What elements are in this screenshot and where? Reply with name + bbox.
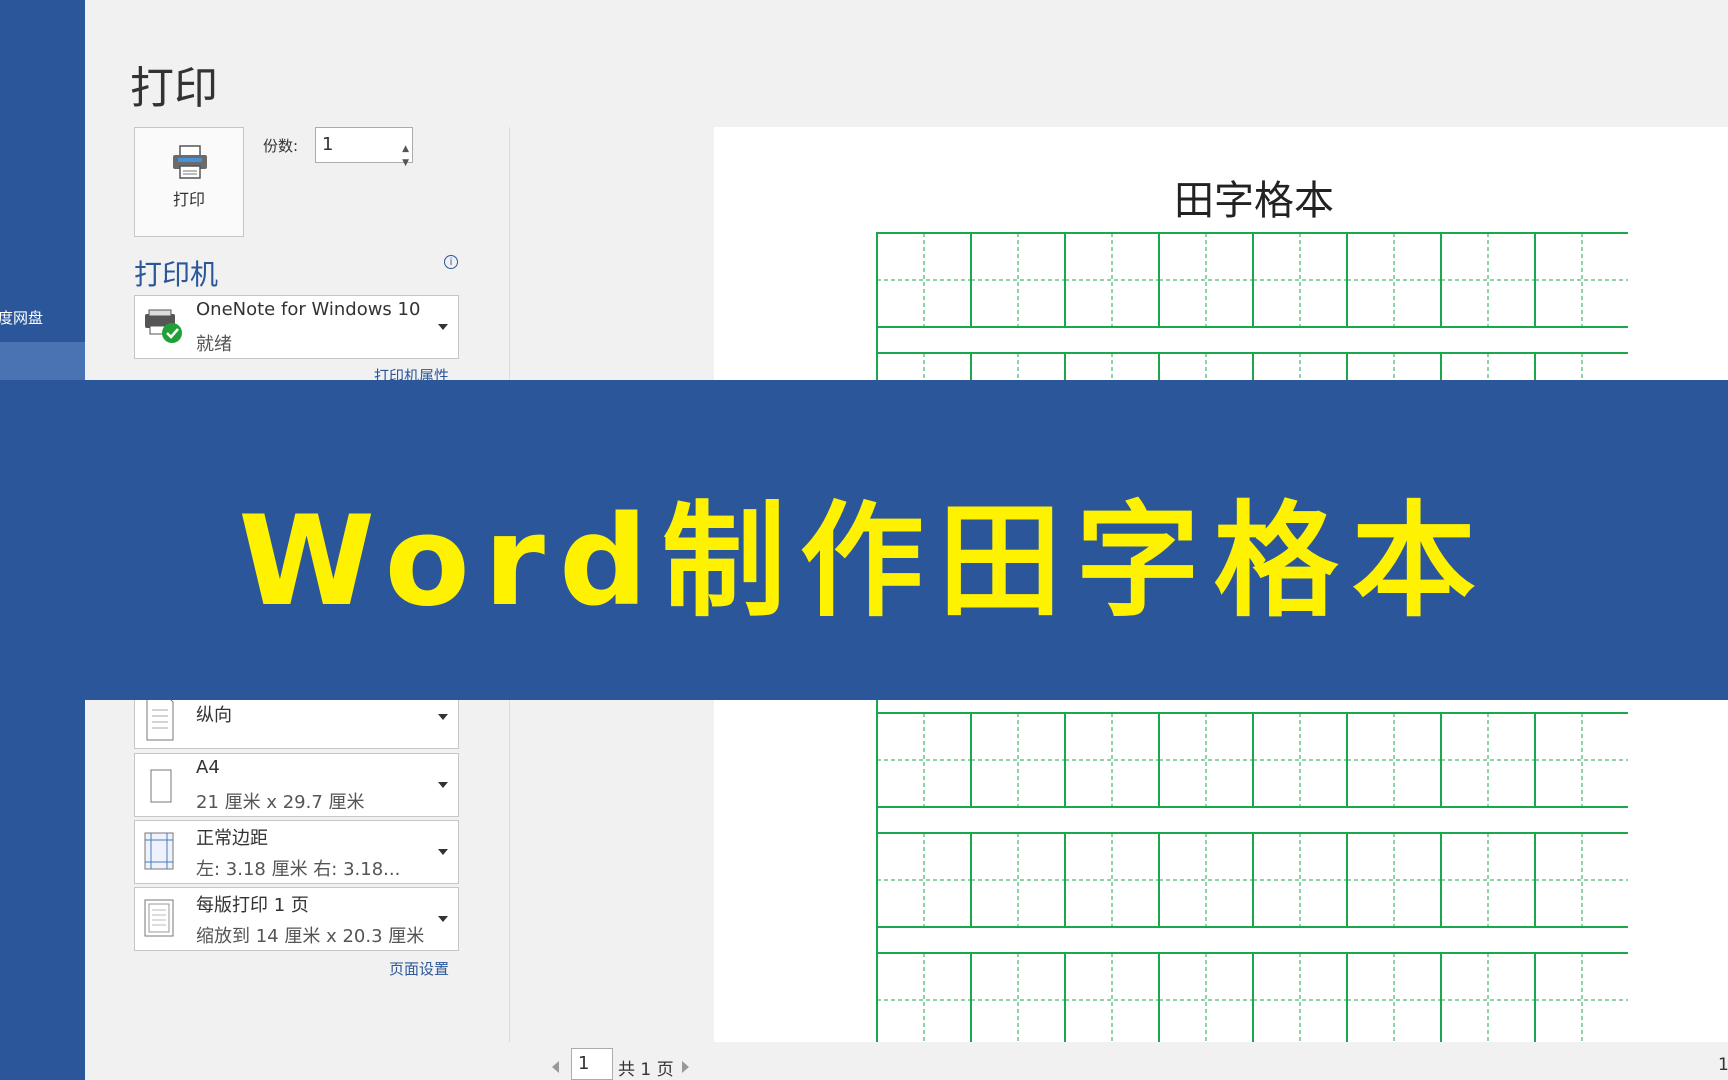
tianzige-row: [876, 832, 1628, 928]
portrait-page-icon: [141, 692, 177, 746]
tianzige-row: [876, 712, 1628, 808]
preview-document-title: 田字格本: [1174, 178, 1334, 224]
page-title: 打印: [130, 63, 218, 114]
paper-size-dimensions: 21 厘米 x 29.7 厘米: [196, 792, 365, 813]
banner-title: Word制作田字格本: [238, 490, 1490, 634]
margins-values: 左: 3.18 厘米 右: 3.18...: [196, 859, 401, 880]
chevron-down-icon: [438, 782, 448, 788]
printer-dropdown[interactable]: OneNote for Windows 10 就绪: [134, 295, 459, 359]
copies-value: 1: [322, 134, 334, 155]
paper-size-label: A4: [196, 757, 220, 778]
margins-dropdown[interactable]: 正常边距 左: 3.18 厘米 右: 3.18...: [134, 820, 459, 884]
previous-page-icon[interactable]: [552, 1061, 559, 1073]
chevron-down-icon: [438, 849, 448, 855]
page-total: 共 1 页: [618, 1060, 674, 1080]
pages-per-sheet-dropdown[interactable]: 每版打印 1 页 缩放到 14 厘米 x 20.3 厘米: [134, 887, 459, 951]
pages-per-sheet-label: 每版打印 1 页: [196, 895, 309, 916]
title-banner: Word制作田字格本: [0, 380, 1728, 700]
paper-size-icon: [141, 760, 177, 814]
margins-label: 正常边距: [196, 828, 268, 849]
page-number-input[interactable]: 1: [571, 1048, 613, 1080]
pages-per-sheet-icon: [141, 894, 177, 948]
printer-name: OneNote for Windows 10: [196, 299, 421, 320]
copies-input[interactable]: 1 ▲ ▼: [315, 127, 413, 168]
tianzige-spacer: [876, 326, 1628, 354]
print-button-label: 打印: [172, 190, 205, 209]
onenote-printer-icon: [141, 302, 185, 350]
print-button[interactable]: 打印: [134, 127, 244, 237]
tianzige-row: [876, 952, 1628, 1042]
tianzige-row: [876, 232, 1628, 328]
next-page-icon[interactable]: [682, 1061, 689, 1073]
printer-icon: [170, 144, 210, 184]
chevron-down-icon: [438, 916, 448, 922]
info-icon[interactable]: i: [444, 255, 458, 269]
preview-pager-bar: [510, 1042, 1728, 1080]
copies-label: 份数:: [263, 137, 299, 155]
printer-heading: 打印机: [134, 258, 219, 291]
tianzige-spacer: [876, 926, 1628, 954]
scale-description: 缩放到 14 厘米 x 20.3 厘米: [196, 926, 425, 947]
printer-status: 就绪: [196, 334, 232, 355]
paper-size-dropdown[interactable]: A4 21 厘米 x 29.7 厘米: [134, 753, 459, 817]
sidebar-item-print-selected[interactable]: [0, 342, 85, 380]
page-setup-link[interactable]: 页面设置: [389, 958, 449, 979]
chevron-down-icon: [438, 714, 448, 720]
sidebar-item-baidu-netdisk[interactable]: 度网盘: [0, 300, 85, 336]
spin-down-icon[interactable]: ▼: [402, 146, 409, 180]
chevron-down-icon: [438, 324, 448, 330]
tianzige-spacer: [876, 806, 1628, 834]
orientation-label: 纵向: [196, 705, 232, 726]
margins-icon: [141, 827, 177, 881]
zoom-value: 1: [1718, 1055, 1728, 1075]
